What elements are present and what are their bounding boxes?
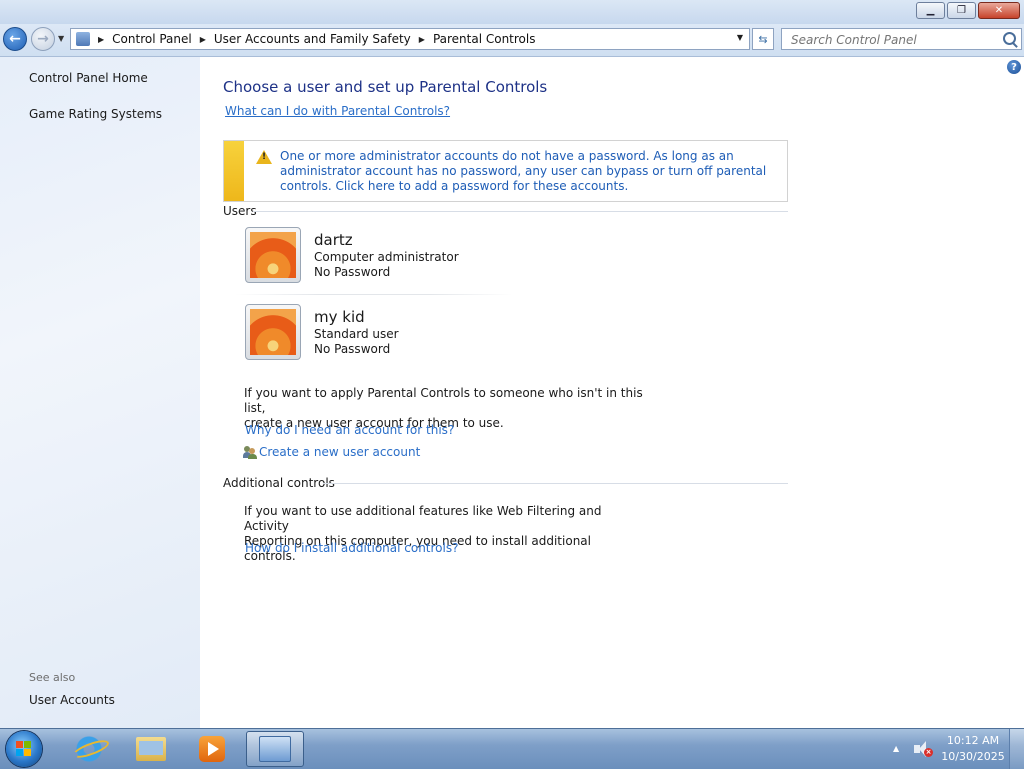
internet-explorer-icon [75, 735, 103, 763]
taskbar-windows-media-player[interactable] [185, 731, 239, 767]
avatar[interactable] [245, 304, 301, 360]
flower-avatar-image [250, 232, 296, 278]
users-icon[interactable] [243, 446, 257, 459]
user-accounts-link[interactable]: User Accounts [29, 693, 115, 707]
title-bar: ▁ ❐ ✕ [0, 0, 1024, 24]
refresh-button[interactable]: ⇆ [752, 28, 774, 50]
address-dropdown-icon[interactable]: ▼ [737, 33, 743, 42]
taskbar: ▲ × 10:12 AM 10/30/2025 [0, 728, 1024, 769]
user-tile-dartz[interactable]: dartz Computer administrator No Password [245, 227, 515, 289]
password-warning-banner[interactable]: One or more administrator accounts do no… [223, 140, 788, 202]
windows-logo-icon [16, 741, 32, 757]
what-can-i-do-link[interactable]: What can I do with Parental Controls? [225, 104, 450, 118]
help-icon[interactable]: ? [1007, 60, 1021, 74]
additional-text-line-1: If you want to use additional features l… [244, 504, 602, 533]
see-also-label: See also [29, 671, 76, 684]
back-button[interactable]: ← [3, 27, 27, 51]
additional-controls-text: If you want to use additional features l… [244, 504, 624, 564]
avatar[interactable] [245, 227, 301, 283]
users-heading: Users [223, 204, 257, 218]
breadcrumb: ▶ Control Panel ▶ User Accounts and Fami… [90, 32, 535, 46]
user-password-status: No Password [314, 265, 391, 279]
additional-controls-divider [323, 483, 788, 484]
user-name[interactable]: dartz [314, 231, 353, 249]
control-panel-icon [259, 736, 291, 762]
install-additional-controls-link[interactable]: How do I install additional controls? [245, 541, 458, 555]
chevron-right-icon[interactable]: ▶ [98, 35, 104, 44]
recent-pages-dropdown[interactable]: ▼ [58, 34, 64, 43]
additional-controls-heading: Additional controls [223, 476, 335, 490]
show-desktop-button[interactable] [1009, 729, 1024, 769]
chevron-right-icon[interactable]: ▶ [200, 35, 206, 44]
breadcrumb-user-accounts-family-safety[interactable]: User Accounts and Family Safety [214, 32, 411, 46]
left-navigation-pane: Control Panel Home Game Rating Systems S… [0, 57, 200, 728]
users-divider [253, 211, 788, 212]
create-user-account-link[interactable]: Create a new user account [259, 445, 420, 459]
taskbar-windows-explorer[interactable] [124, 731, 178, 767]
warning-text[interactable]: One or more administrator accounts do no… [280, 149, 775, 194]
search-input[interactable] [789, 30, 993, 50]
caption-buttons: ▁ ❐ ✕ [914, 2, 1020, 19]
game-rating-systems-link[interactable]: Game Rating Systems [29, 107, 162, 121]
clock-date: 10/30/2025 [941, 750, 1005, 763]
start-button[interactable] [6, 731, 42, 767]
user-name[interactable]: my kid [314, 308, 365, 326]
page-title: Choose a user and set up Parental Contro… [223, 78, 548, 96]
user-role: Computer administrator [314, 250, 459, 264]
user-separator [235, 294, 513, 295]
volume-muted-icon[interactable]: × [914, 741, 933, 757]
warning-stripe [224, 141, 244, 201]
search-icon[interactable] [1003, 32, 1016, 45]
breadcrumb-parental-controls[interactable]: Parental Controls [433, 32, 536, 46]
clock[interactable]: 10:12 AM 10/30/2025 [940, 733, 1006, 765]
close-button[interactable]: ✕ [978, 2, 1020, 19]
clock-time: 10:12 AM [946, 734, 1000, 747]
taskbar-internet-explorer[interactable] [62, 731, 116, 767]
breadcrumb-control-panel[interactable]: Control Panel [112, 32, 192, 46]
restore-button[interactable]: ❐ [947, 2, 976, 19]
show-hidden-icons-button[interactable]: ▲ [893, 744, 899, 753]
forward-button[interactable]: → [31, 27, 55, 51]
warning-icon [256, 150, 272, 164]
folder-icon [136, 737, 166, 761]
apply-text-line-1: If you want to apply Parental Controls t… [244, 386, 643, 415]
media-player-icon [199, 736, 225, 762]
control-panel-home-link[interactable]: Control Panel Home [29, 71, 148, 85]
address-bar[interactable]: ▶ Control Panel ▶ User Accounts and Fami… [70, 28, 750, 50]
navigation-bar: ← → ▼ ▶ Control Panel ▶ User Accounts an… [0, 24, 1024, 57]
user-password-status: No Password [314, 342, 391, 356]
user-role: Standard user [314, 327, 399, 341]
chevron-right-icon[interactable]: ▶ [419, 35, 425, 44]
control-panel-icon [76, 32, 90, 46]
flower-avatar-image [250, 309, 296, 355]
why-need-account-link[interactable]: Why do I need an account for this? [245, 423, 454, 437]
minimize-button[interactable]: ▁ [916, 2, 945, 19]
taskbar-control-panel[interactable] [246, 731, 304, 767]
user-tile-my-kid[interactable]: my kid Standard user No Password [245, 304, 515, 366]
search-box[interactable] [781, 28, 1022, 50]
